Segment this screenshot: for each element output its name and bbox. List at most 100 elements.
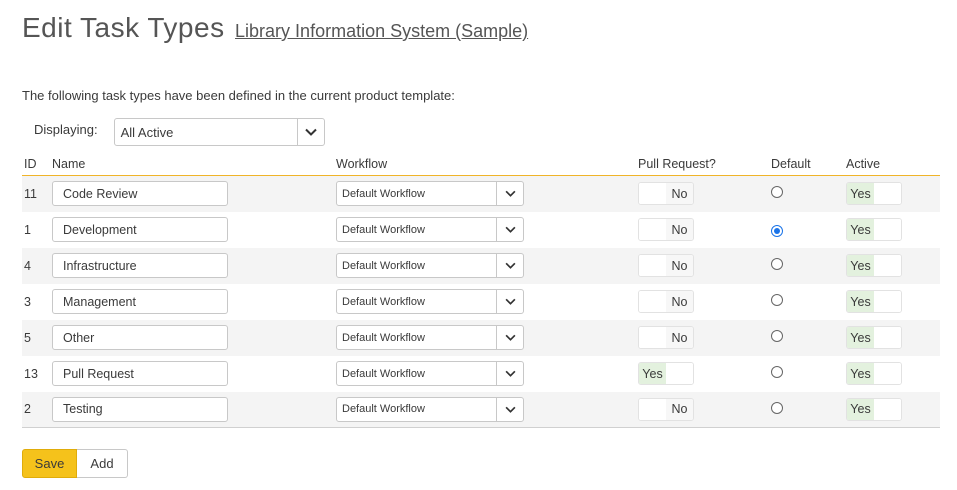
row-active-cell: Yes	[844, 392, 940, 428]
row-id: 1	[24, 222, 31, 237]
default-radio[interactable]	[771, 294, 783, 306]
active-toggle[interactable]: Yes	[846, 182, 902, 206]
default-radio[interactable]	[771, 401, 783, 414]
workflow-select[interactable]: Default Workflow	[336, 361, 524, 386]
workflow-select[interactable]: Default Workflow	[336, 181, 524, 207]
row-workflow-cell: Default Workflow	[334, 392, 636, 428]
pull-request-toggle[interactable]: No	[638, 397, 694, 421]
chevron-down-icon[interactable]	[496, 397, 523, 421]
row-active-cell: Yes	[844, 356, 940, 392]
row-id: 3	[24, 294, 31, 309]
chevron-down-icon[interactable]	[496, 362, 523, 385]
active-toggle[interactable]: Yes	[846, 254, 902, 277]
active-toggle[interactable]: Yes	[846, 362, 902, 385]
workflow-select[interactable]: Default Workflow	[336, 289, 524, 314]
display-filter: Displaying: All Active	[34, 118, 325, 146]
workflow-select[interactable]: Default Workflow	[336, 396, 524, 422]
workflow-select[interactable]: Default Workflow	[336, 217, 524, 242]
name-input[interactable]: Testing	[52, 396, 228, 422]
column-header-name: Name	[50, 152, 334, 176]
name-input[interactable]: Infrastructure	[52, 253, 228, 278]
active-value: Yes	[847, 219, 874, 240]
row-pull-request-cell: No	[636, 284, 769, 320]
column-header-id: ID	[22, 152, 50, 176]
pull-request-value: No	[666, 327, 693, 348]
pull-request-toggle[interactable]: No	[638, 290, 694, 313]
active-toggle[interactable]: Yes	[846, 290, 902, 313]
table-header-row: ID Name Workflow Pull Request? Default A…	[22, 152, 940, 176]
name-input[interactable]: Code Review	[52, 181, 228, 207]
display-filter-value: All Active	[120, 124, 174, 140]
pull-request-value: No	[666, 219, 693, 240]
default-radio[interactable]	[771, 330, 783, 342]
row-id: 4	[24, 258, 31, 273]
save-button[interactable]: Save	[22, 449, 77, 478]
action-buttons: Save Add	[22, 449, 128, 478]
row-name-cell: Code Review	[50, 176, 334, 212]
chevron-down-icon[interactable]	[496, 254, 523, 277]
table-row: 13 Pull Request Default Workflow Yes Yes	[22, 356, 940, 392]
name-input[interactable]: Management	[52, 289, 228, 314]
active-value: Yes	[847, 398, 874, 420]
name-input[interactable]: Other	[52, 325, 228, 350]
pull-request-toggle[interactable]: No	[638, 326, 694, 349]
row-workflow-cell: Default Workflow	[334, 248, 636, 284]
default-radio[interactable]	[771, 186, 783, 199]
row-pull-request-cell: No	[636, 248, 769, 284]
workflow-select[interactable]: Default Workflow	[336, 325, 524, 350]
workflow-value: Default Workflow	[342, 259, 425, 272]
project-link[interactable]: Library Information System (Sample)	[235, 21, 528, 41]
row-workflow-cell: Default Workflow	[334, 356, 636, 392]
row-active-cell: Yes	[844, 176, 940, 212]
table-row: 3 Management Default Workflow No Yes	[22, 284, 940, 320]
active-toggle[interactable]: Yes	[846, 218, 902, 241]
table-row: 4 Infrastructure Default Workflow No Yes	[22, 247, 940, 284]
row-id: 2	[24, 402, 31, 417]
table-row: 1 Development Default Workflow No Yes	[22, 212, 940, 248]
name-input[interactable]: Development	[52, 217, 228, 242]
chevron-down-icon[interactable]	[496, 218, 523, 241]
chevron-down-icon[interactable]	[496, 326, 523, 349]
row-workflow-cell: Default Workflow	[334, 284, 636, 320]
workflow-value: Default Workflow	[342, 187, 425, 200]
row-name-cell: Pull Request	[50, 356, 334, 392]
active-toggle[interactable]: Yes	[846, 326, 902, 349]
row-default-cell	[769, 320, 844, 356]
pull-request-toggle[interactable]: No	[638, 218, 694, 241]
default-radio[interactable]	[771, 366, 783, 378]
row-workflow-cell: Default Workflow	[334, 212, 636, 248]
chevron-down-icon[interactable]	[296, 119, 324, 145]
default-radio[interactable]	[771, 258, 783, 270]
pull-request-value: Yes	[639, 363, 666, 384]
row-pull-request-cell: Yes	[636, 356, 769, 392]
row-active-cell: Yes	[844, 320, 940, 356]
row-name-cell: Management	[50, 284, 334, 320]
active-toggle[interactable]: Yes	[846, 397, 902, 421]
pull-request-toggle[interactable]: No	[638, 182, 694, 206]
default-radio[interactable]	[771, 224, 783, 237]
add-button[interactable]: Add	[77, 449, 128, 478]
table-row: 2 Testing Default Workflow No Yes	[22, 391, 940, 428]
row-active-cell: Yes	[844, 212, 940, 248]
workflow-value: Default Workflow	[342, 223, 425, 236]
row-name-cell: Development	[50, 212, 334, 248]
page-title: Edit Task Types	[22, 12, 225, 43]
workflow-value: Default Workflow	[342, 331, 425, 344]
task-types-table: ID Name Workflow Pull Request? Default A…	[22, 152, 940, 428]
workflow-value: Default Workflow	[342, 403, 425, 416]
display-filter-select[interactable]: All Active	[113, 118, 325, 146]
pull-request-toggle[interactable]: No	[638, 254, 694, 277]
active-value: Yes	[847, 183, 874, 205]
chevron-down-icon[interactable]	[496, 182, 523, 206]
row-pull-request-cell: No	[636, 392, 769, 428]
row-default-cell	[769, 248, 844, 284]
row-id: 5	[24, 330, 31, 345]
row-name-cell: Testing	[50, 392, 334, 428]
workflow-select[interactable]: Default Workflow	[336, 253, 524, 278]
row-name-cell: Infrastructure	[50, 248, 334, 284]
pull-request-toggle[interactable]: Yes	[638, 362, 694, 385]
chevron-down-icon[interactable]	[496, 290, 523, 313]
row-default-cell	[769, 392, 844, 428]
row-id: 13	[24, 366, 38, 381]
name-input[interactable]: Pull Request	[52, 361, 228, 386]
